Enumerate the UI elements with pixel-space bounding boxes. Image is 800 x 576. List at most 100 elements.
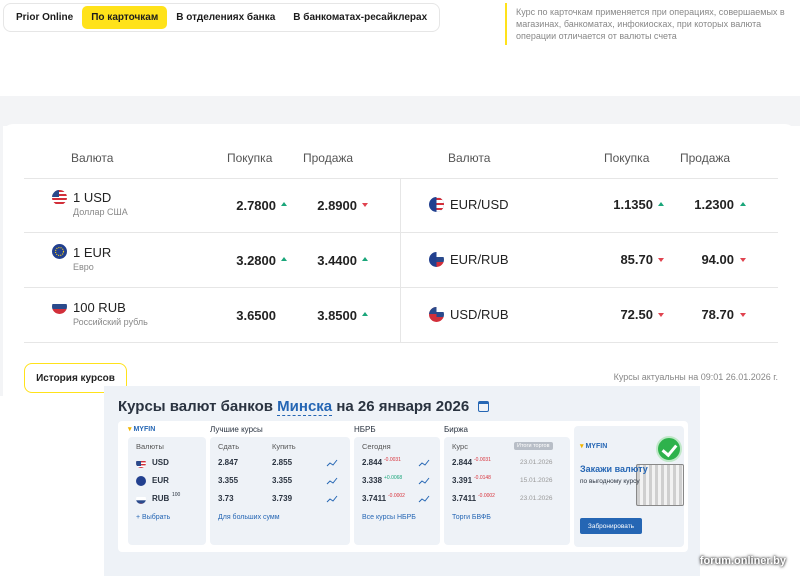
trend-chart-icon[interactable]: [418, 459, 430, 507]
column-divider: [400, 178, 401, 342]
header-sell-left: Продажа: [303, 151, 354, 165]
arrow-up-icon: [362, 312, 368, 316]
exchange-column: [444, 437, 570, 545]
widget-panel: ▾ MYFIN Валюты USD EUR RUB 100 + Выбрать…: [118, 421, 688, 552]
exchange-date: 15.01.2026: [520, 477, 553, 484]
best-sell-rate: 3.355: [218, 476, 239, 485]
rates-updated-time: Курсы актуальны на 09:01 26.01.2026 г.: [613, 372, 778, 382]
nbrb-change: -0.0002: [388, 493, 405, 499]
best-buy-rate: 3.739: [272, 494, 293, 503]
myfin-logo-text: MYFIN: [585, 443, 608, 450]
header-sell-right: Продажа: [680, 151, 731, 165]
header-currency-right: Валюта: [448, 151, 491, 165]
eur-usd-flag-icon: [429, 197, 444, 212]
currency-description: Российский рубль: [73, 317, 148, 327]
sell-rate: 1.2300: [694, 197, 734, 212]
row-divider: [24, 342, 778, 343]
exchange-rate: 3.7411: [452, 494, 477, 503]
trading-results-badge: Итоги торгов: [514, 442, 553, 450]
header-buy-right: Покупка: [604, 151, 650, 165]
tab-recycler-atms[interactable]: В банкоматах-ресайклерах: [284, 6, 436, 29]
city-selector[interactable]: Минска: [277, 398, 333, 416]
watermark: forum.onliner.by: [699, 555, 786, 567]
pair-name: EUR/RUB: [450, 252, 509, 267]
pair-name: EUR/USD: [450, 197, 509, 212]
buy-rate: 1.1350: [613, 197, 653, 212]
currencies-label: Валюты: [136, 442, 164, 451]
myfin-logo: ▾ MYFIN: [128, 425, 155, 433]
best-sell-rate: 3.73: [218, 494, 234, 503]
checkmark-icon: [656, 436, 682, 462]
buy-rate: 3.6500: [236, 308, 276, 323]
calendar-icon[interactable]: [478, 401, 490, 412]
arrow-up-icon: [362, 257, 368, 261]
arrow-up-icon: [658, 202, 664, 206]
trend-chart-icon[interactable]: [326, 459, 338, 507]
currency-order-ad[interactable]: ▾ MYFIN Закажи валюту по выгодному курсу…: [574, 426, 684, 547]
buy-rate: 85.70: [620, 252, 653, 267]
ru-flag-icon: [52, 299, 67, 314]
card-rate-note: Курс по карточкам применяется при операц…: [505, 3, 795, 45]
best-buy-rate: 2.855: [272, 458, 293, 467]
buy-rate: 3.2800: [236, 253, 276, 268]
buy-rate: 72.50: [620, 307, 653, 322]
myfin-logo-text: MYFIN: [133, 426, 156, 433]
sell-rate: 3.4400: [317, 253, 357, 268]
myfin-logo-mark: ▾: [580, 443, 584, 450]
row-divider: [24, 232, 778, 233]
exchange-date: 23.01.2026: [520, 459, 553, 466]
currency-eur[interactable]: EUR: [152, 476, 169, 485]
nbrb-today-header: Сегодня: [362, 442, 391, 451]
ad-subtitle: по выгодному курсу: [580, 478, 640, 485]
row-divider: [24, 178, 778, 179]
arrow-up-icon: [281, 257, 287, 261]
arrow-up-icon: [281, 202, 287, 206]
sell-rate: 3.8500: [317, 308, 357, 323]
section-divider: [0, 96, 800, 126]
myfin-widget: Курсы валют банков Минска на 26 января 2…: [104, 386, 700, 576]
best-buy-header: Купить: [272, 442, 296, 451]
widget-title-date: на 26 января 2026: [336, 398, 470, 415]
nbrb-change: +0.0068: [384, 475, 403, 481]
eur-rub-flag-icon: [429, 252, 444, 267]
all-nbrb-rates-link[interactable]: Все курсы НБРБ: [362, 514, 416, 521]
bvfb-trading-link[interactable]: Торги БВФБ: [452, 514, 491, 521]
nbrb-rate: 2.844: [362, 458, 383, 467]
tab-prior-online[interactable]: Prior Online: [7, 6, 82, 29]
arrow-down-icon: [740, 313, 746, 317]
exchange-rate-header: Курс: [452, 442, 468, 451]
currency-description: Доллар США: [73, 207, 128, 217]
arrow-down-icon: [362, 203, 368, 207]
myfin-logo-mark: ▾: [128, 426, 132, 433]
tab-by-cards[interactable]: По карточкам: [82, 6, 168, 29]
best-sell-header: Сдать: [218, 442, 240, 451]
ad-title: Закажи валюту: [580, 464, 648, 474]
eu-flag-icon: [136, 476, 146, 486]
currency-usd[interactable]: USD: [152, 458, 169, 467]
pair-name: USD/RUB: [450, 307, 509, 322]
currency-rub[interactable]: RUB: [152, 494, 169, 503]
header-buy-left: Покупка: [227, 151, 273, 165]
currency-name: 100 RUB: [73, 300, 126, 315]
book-button[interactable]: Забронировать: [580, 518, 642, 534]
currency-description: Евро: [73, 262, 94, 272]
row-divider: [24, 287, 778, 288]
exchange-change: -0.0148: [474, 475, 491, 481]
buy-rate: 2.7800: [236, 198, 276, 213]
add-currency-link[interactable]: + Выбрать: [136, 514, 170, 521]
exchange-date: 23.01.2026: [520, 495, 553, 502]
large-sums-link[interactable]: Для больших сумм: [218, 514, 280, 521]
nbrb-rate: 3.338: [362, 476, 383, 485]
eu-flag-icon: [52, 244, 67, 259]
nbrb-rate: 3.7411: [362, 494, 387, 503]
header-currency-left: Валюта: [71, 151, 114, 165]
nbrb-label: НБРБ: [354, 425, 376, 434]
exchange-rate: 3.391: [452, 476, 473, 485]
arrow-down-icon: [658, 258, 664, 262]
exchange-rate: 2.844: [452, 458, 473, 467]
sell-rate: 94.00: [701, 252, 734, 267]
arrow-up-icon: [740, 202, 746, 206]
currencies-column: [128, 437, 206, 545]
tab-bank-branches[interactable]: В отделениях банка: [167, 6, 284, 29]
exchange-change: -0.0031: [474, 457, 491, 463]
